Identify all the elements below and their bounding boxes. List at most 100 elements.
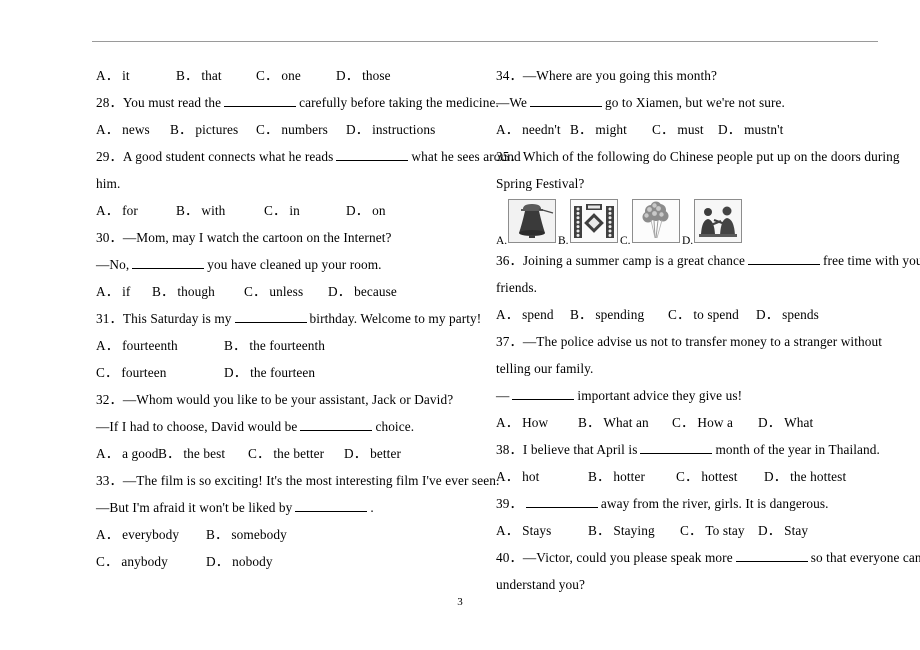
option-b[interactable]: B． somebody — [206, 521, 287, 548]
option-c[interactable]: C． one — [256, 62, 301, 89]
option-text: spends — [782, 307, 819, 322]
option-a[interactable]: A． a good — [96, 440, 159, 467]
option-a[interactable]: A． it — [96, 62, 130, 89]
option-row: A． for B． with C． in D． on — [96, 197, 484, 224]
option-row: A． spend B． spending C． to spend D． spends — [496, 301, 884, 328]
option-d[interactable]: D． better — [344, 440, 401, 467]
option-label: A． — [96, 527, 120, 542]
option-c[interactable]: C． the better — [248, 440, 324, 467]
option-b[interactable]: B． Staying — [588, 517, 655, 544]
question-text: —Mom, may I watch the cartoon on the Int… — [122, 230, 392, 245]
option-a[interactable]: A． spend — [496, 301, 554, 328]
option-b[interactable]: B． spending — [570, 301, 644, 328]
option-c[interactable]: C． hottest — [676, 463, 738, 490]
option-b[interactable]: B． might — [570, 116, 627, 143]
option-d[interactable]: D． spends — [756, 301, 819, 328]
option-text: better — [370, 446, 401, 461]
question-text-before-blank: This Saturday is my — [122, 311, 232, 326]
option-c[interactable]: C． in — [264, 197, 300, 224]
option-c[interactable]: C． fourteen — [96, 359, 166, 386]
option-a[interactable]: A． hot — [496, 463, 539, 490]
option-label: A． — [96, 203, 120, 218]
exam-page: A． it B． that C． one D． those 28．You must read t… — [0, 0, 920, 650]
option-label: D． — [758, 415, 782, 430]
option-c[interactable]: C． How a — [672, 409, 733, 436]
picture-option-a[interactable]: A. — [496, 199, 558, 247]
option-b[interactable]: B． with — [176, 197, 225, 224]
option-label: A． — [496, 469, 520, 484]
fill-in-blank — [525, 495, 598, 508]
dialog-text-before-blank: —No, — [96, 257, 130, 272]
picture-option-c[interactable]: C. — [620, 199, 682, 247]
option-b[interactable]: B． hotter — [588, 463, 645, 490]
option-d[interactable]: D． on — [346, 197, 386, 224]
option-c[interactable]: C． must — [652, 116, 704, 143]
option-a[interactable]: A． for — [96, 197, 138, 224]
option-d[interactable]: D． nobody — [206, 548, 273, 575]
picture-option-d[interactable]: D. — [682, 199, 744, 247]
option-b[interactable]: B． the best — [158, 440, 225, 467]
option-label: B． — [588, 523, 611, 538]
option-row: A． How B． What an C． How a D． What — [496, 409, 884, 436]
option-row: A． news B． pictures C． numbers D． instructions — [96, 116, 484, 143]
dialog-text-before-blank: —But I'm afraid it won't be liked by — [96, 500, 293, 515]
option-label: D． — [206, 554, 230, 569]
option-d[interactable]: D． Stay — [758, 517, 808, 544]
fill-in-blank — [529, 94, 602, 107]
fill-in-blank — [224, 94, 297, 107]
option-d[interactable]: D． the fourteen — [224, 359, 315, 386]
option-c[interactable]: C． to spend — [668, 301, 739, 328]
option-row: A． everybody B． somebody — [96, 521, 484, 548]
option-b[interactable]: B． the fourteenth — [224, 332, 325, 359]
dialog-text-after-blank: choice. — [375, 419, 415, 434]
option-text: What an — [603, 415, 649, 430]
option-text: on — [372, 203, 386, 218]
option-label: C． — [96, 554, 119, 569]
dialog-text-after-blank: important advice they give us! — [577, 388, 743, 403]
option-a[interactable]: A． news — [96, 116, 150, 143]
option-label: A． — [496, 415, 520, 430]
option-b[interactable]: B． pictures — [170, 116, 238, 143]
option-label: D． — [344, 446, 368, 461]
question-line: 33．—The film is so exciting! It's the mo… — [96, 467, 499, 494]
option-c[interactable]: C． numbers — [256, 116, 328, 143]
option-label: C． — [676, 469, 699, 484]
dialog-line: —No, you have cleaned up your room. — [96, 251, 484, 278]
question-text: —Where are you going this month? — [522, 68, 718, 83]
option-b[interactable]: B． that — [176, 62, 222, 89]
question-text: —The film is so exciting! It's the most … — [122, 473, 500, 488]
option-d[interactable]: D． the hottest — [764, 463, 846, 490]
picture-option-b[interactable]: B. — [558, 199, 620, 247]
option-a[interactable]: A． How — [496, 409, 548, 436]
option-d[interactable]: D． instructions — [346, 116, 435, 143]
option-text: to spend — [693, 307, 739, 322]
option-a[interactable]: A． Stays — [496, 517, 551, 544]
bell-icon — [508, 199, 556, 243]
option-d[interactable]: D． those — [336, 62, 391, 89]
option-d[interactable]: D． mustn't — [718, 116, 783, 143]
option-b[interactable]: B． What an — [578, 409, 649, 436]
option-label: A． — [96, 68, 120, 83]
continuation-line: friends. — [496, 274, 884, 301]
question-number: 29． — [96, 149, 123, 164]
option-text: anybody — [121, 554, 168, 569]
option-a[interactable]: A． everybody — [96, 521, 179, 548]
option-d[interactable]: D． What — [758, 409, 813, 436]
option-b[interactable]: B． though — [152, 278, 215, 305]
option-label: D． — [758, 523, 782, 538]
option-text: fourteenth — [122, 338, 178, 353]
option-text: To stay — [705, 523, 745, 538]
picture-option-label: A. — [496, 235, 508, 247]
option-c[interactable]: C． unless — [244, 278, 303, 305]
option-c[interactable]: C． anybody — [96, 548, 168, 575]
option-c[interactable]: C． To stay — [680, 517, 745, 544]
option-text: a good — [122, 446, 159, 461]
option-text: numbers — [281, 122, 328, 137]
option-a[interactable]: A． needn't — [496, 116, 561, 143]
option-label: A． — [496, 523, 520, 538]
picture-option-label: D. — [682, 235, 694, 247]
option-d[interactable]: D． because — [328, 278, 397, 305]
option-a[interactable]: A． fourteenth — [96, 332, 178, 359]
option-a[interactable]: A． if — [96, 278, 130, 305]
option-label: C． — [244, 284, 267, 299]
